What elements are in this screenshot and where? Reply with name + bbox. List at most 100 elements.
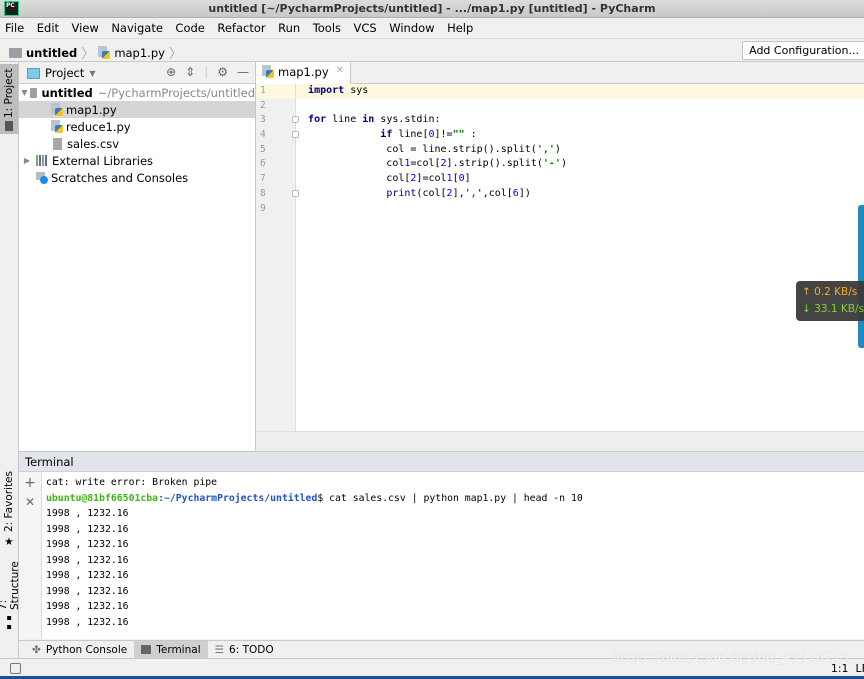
structure-tool-tab[interactable]: ▪▪ 7: Structure	[0, 556, 21, 632]
expand-arrow-icon[interactable]: ▼	[21, 88, 28, 97]
tab-todo[interactable]: ☰ 6: TODO	[208, 641, 281, 659]
tree-item-file[interactable]: map1.py	[19, 101, 255, 118]
star-icon: ★	[3, 536, 15, 549]
editor-tab-label: map1.py	[278, 65, 329, 79]
code-line[interactable]	[296, 99, 864, 114]
prompt-user: ubuntu@81bf66501cba	[46, 492, 159, 504]
python-file-icon	[51, 103, 63, 116]
project-view-icon	[27, 67, 40, 79]
menu-view[interactable]: View	[67, 18, 103, 35]
project-view-selector[interactable]: Project ▼	[27, 66, 96, 80]
breadcrumb-separator-icon: 〉	[81, 47, 95, 62]
terminal-icon	[141, 645, 152, 654]
window-title: untitled [~/PycharmProjects/untitled] - …	[208, 2, 656, 15]
menu-run[interactable]: Run	[273, 18, 304, 35]
structure-tool-tab-label: 7: Structure	[0, 561, 21, 610]
upload-speed: ↑ 0.2 KB/s	[802, 286, 858, 298]
hide-icon[interactable]: —	[237, 65, 249, 79]
line-number: 3	[256, 113, 299, 128]
breadcrumb-file[interactable]: map1.py	[114, 46, 165, 60]
file-name: reduce1.py	[66, 119, 131, 134]
terminal-output-line: 1998 , 1232.16	[46, 585, 129, 597]
line-number: 2	[260, 99, 266, 111]
code-line[interactable]: import sys	[296, 84, 864, 99]
scratches-icon	[36, 171, 48, 184]
gear-icon[interactable]: ⚙	[217, 65, 228, 79]
tree-item-scratches[interactable]: Scratches and Consoles	[19, 169, 255, 186]
line-number: 5	[260, 143, 266, 155]
tree-item-root[interactable]: ▼ untitled ~/PycharmProjects/untitled	[19, 84, 255, 101]
file-name: map1.py	[66, 102, 117, 117]
navigation-bar: untitled 〉 map1.py 〉 Add Configuration..…	[0, 38, 864, 62]
close-tab-icon[interactable]: ✕	[336, 65, 344, 76]
status-line-separator[interactable]: LF	[856, 662, 864, 675]
terminal-error-line: cat: write error: Broken pipe	[46, 477, 218, 488]
editor-horizontal-scrollbar[interactable]	[256, 431, 864, 452]
favorites-tool-tab-label: 2: Favorites	[3, 471, 15, 533]
menu-refactor[interactable]: Refactor	[212, 18, 269, 35]
code-line[interactable]	[296, 202, 864, 217]
library-icon	[36, 155, 48, 166]
python-file-icon	[98, 46, 111, 59]
editor-tab-map1[interactable]: map1.py ✕	[256, 62, 352, 84]
terminal-prompt-line: ubuntu@81bf66501cba:~/PycharmProjects/un…	[46, 492, 583, 504]
root-folder-path: ~/PycharmProjects/untitled	[97, 85, 255, 100]
code-line[interactable]: col1=col[2].strip().split('-')	[296, 157, 864, 172]
tree-item-file[interactable]: sales.csv	[19, 135, 255, 152]
scratches-label: Scratches and Consoles	[51, 170, 189, 185]
floating-side-widget[interactable]	[858, 205, 864, 348]
locate-icon[interactable]: ⊕	[166, 65, 176, 79]
line-number: 9	[260, 202, 266, 214]
terminal-panel: Terminal + ✕ cat: write error: Broken pi…	[19, 451, 864, 639]
tab-python-console[interactable]: ✤ Python Console	[25, 641, 134, 659]
terminal-toolbar: + ✕	[19, 472, 42, 639]
prompt-command: $ cat sales.csv | python map1.py | head …	[317, 492, 583, 504]
code-area[interactable]: import sys for line in sys.stdin: if lin…	[296, 84, 864, 431]
close-session-icon[interactable]: ✕	[19, 495, 41, 515]
structure-icon: ▪▪	[4, 614, 14, 632]
tree-item-external-libraries[interactable]: ▶ External Libraries	[19, 152, 255, 169]
code-line[interactable]: col = line.strip().split(',')	[296, 143, 864, 158]
line-number: 6	[260, 158, 266, 170]
menu-tools[interactable]: Tools	[308, 18, 345, 35]
new-session-plus-icon[interactable]: +	[19, 475, 41, 495]
terminal-output-line: 1998 , 1232.16	[46, 523, 129, 535]
project-panel: Project ▼ ⊕ ⇕ | ⚙ — ▼ untitled ~/Pycharm…	[19, 62, 256, 452]
menu-navigate[interactable]: Navigate	[106, 18, 167, 35]
tab-terminal[interactable]: Terminal	[134, 640, 208, 659]
terminal-output-line: 1998 , 1232.16	[46, 554, 129, 566]
breadcrumb: untitled 〉 map1.py 〉	[9, 43, 182, 62]
code-line[interactable]: col[2]=col1[0]	[296, 172, 864, 187]
terminal-output-line: 1998 , 1232.16	[46, 616, 129, 628]
terminal-output-line: 1998 , 1232.16	[46, 508, 129, 519]
terminal-output[interactable]: cat: write error: Broken pipe ubuntu@81b…	[46, 475, 864, 630]
chevron-down-icon: ▼	[89, 68, 96, 78]
menu-file[interactable]: File	[0, 18, 28, 35]
expand-arrow-icon[interactable]: ▶	[21, 156, 33, 165]
tree-item-file[interactable]: reduce1.py	[19, 118, 255, 135]
code-line[interactable]: if line[0]!="" :	[296, 128, 864, 143]
terminal-title: Terminal	[19, 452, 864, 472]
editor: map1.py ✕ 1 2 3 4 5 6 7 8 9 import sys f…	[256, 62, 864, 452]
menu-code[interactable]: Code	[170, 18, 208, 35]
title-bar: PC untitled [~/PycharmProjects/untitled]…	[0, 0, 864, 18]
folder-icon	[5, 120, 13, 131]
menu-vcs[interactable]: VCS	[349, 18, 381, 35]
code-line[interactable]: print(col[2],',',col[6])	[296, 187, 864, 202]
collapse-all-icon[interactable]: ⇕	[185, 65, 195, 79]
line-number: 4	[256, 128, 299, 143]
tab-python-console-label: Python Console	[45, 643, 128, 656]
code-line[interactable]: for line in sys.stdin:	[296, 113, 864, 128]
toggle-tool-windows-icon[interactable]	[10, 663, 21, 674]
add-configuration-button[interactable]: Add Configuration...	[742, 41, 864, 60]
project-tool-tab[interactable]: 1: Project	[0, 64, 18, 134]
favorites-tool-tab[interactable]: ★ 2: Favorites	[0, 470, 18, 550]
menu-window[interactable]: Window	[384, 18, 438, 35]
file-name: sales.csv	[67, 136, 120, 151]
menu-edit[interactable]: Edit	[32, 18, 63, 35]
project-panel-header: Project ▼ ⊕ ⇕ | ⚙ —	[19, 62, 255, 84]
menu-bar: File Edit View Navigate Code Refactor Ru…	[0, 18, 864, 38]
breadcrumb-project[interactable]: untitled	[26, 46, 77, 60]
todo-list-icon: ☰	[214, 643, 225, 656]
menu-help[interactable]: Help	[442, 18, 477, 35]
